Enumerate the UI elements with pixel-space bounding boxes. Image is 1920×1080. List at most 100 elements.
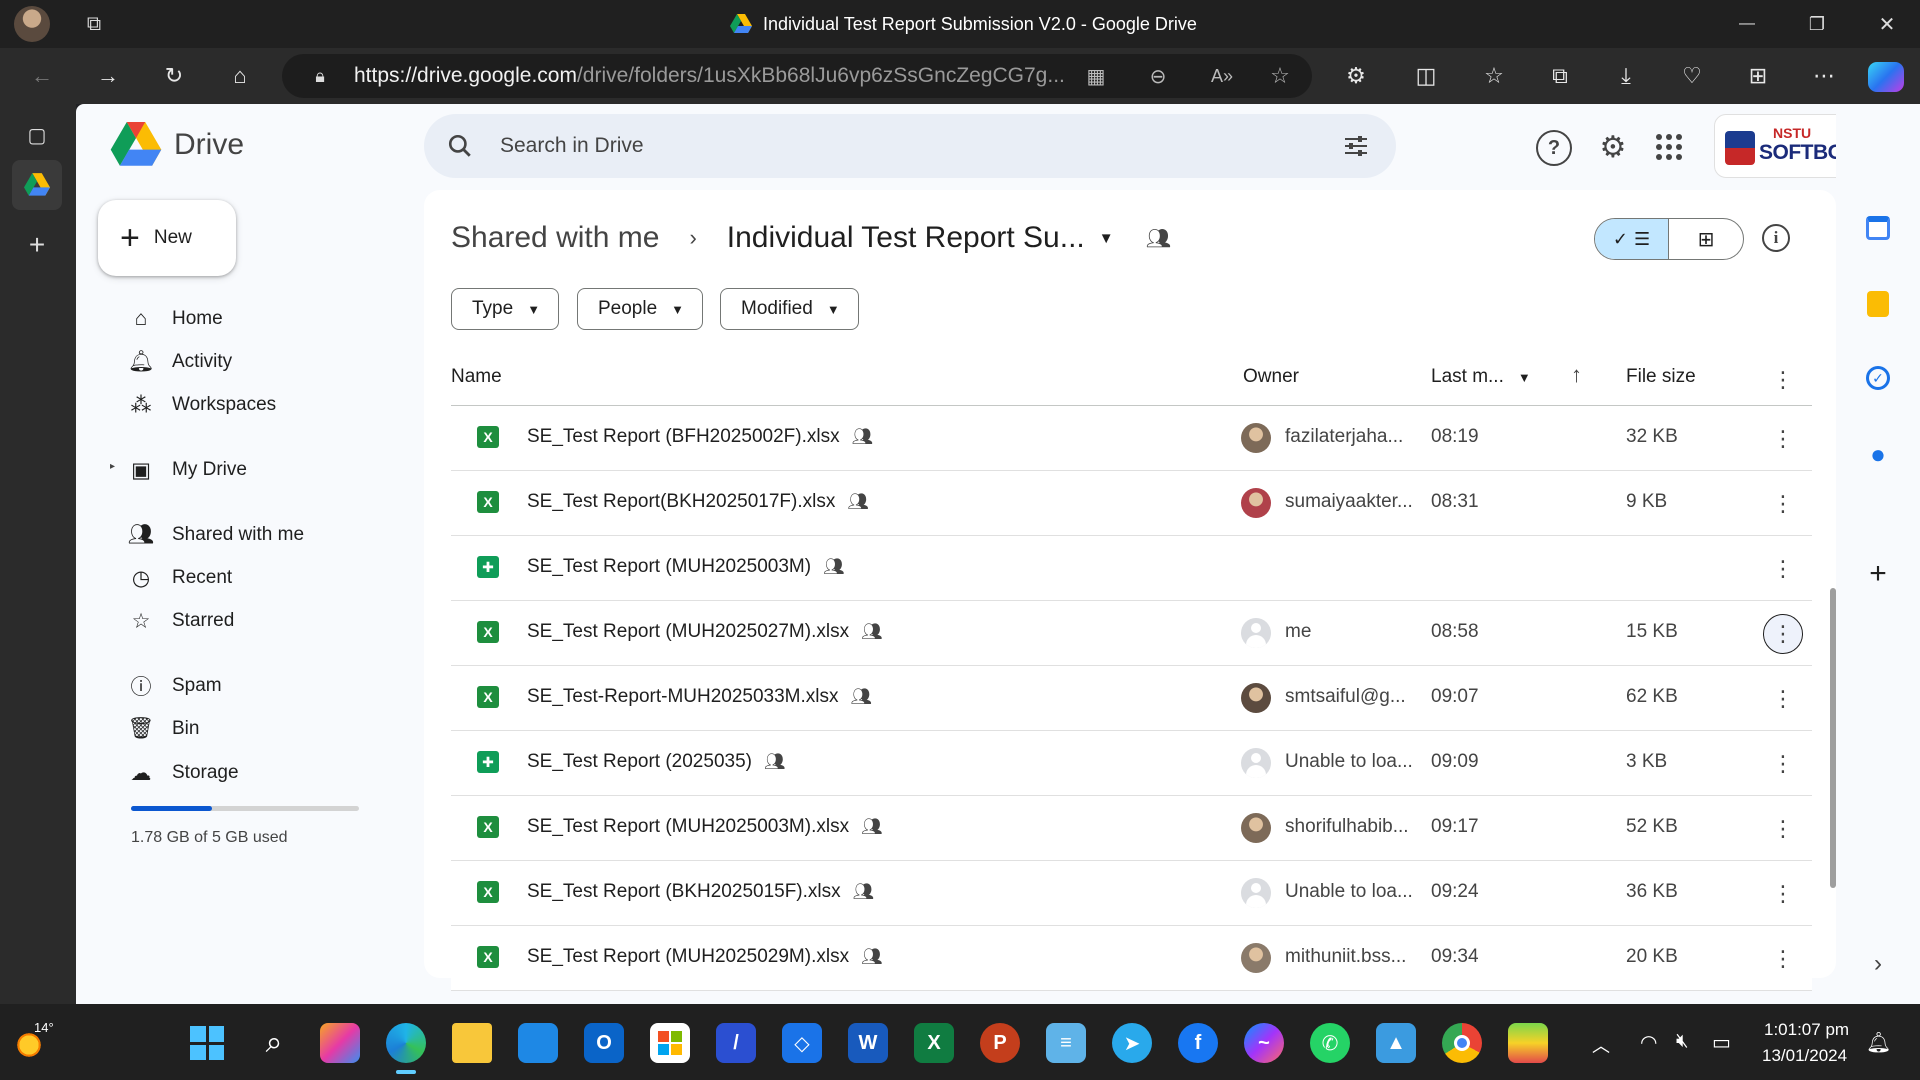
bluestacks-icon[interactable] <box>1508 1023 1548 1063</box>
sidebar-item-workspaces[interactable]: ⁂ Workspaces <box>126 385 277 425</box>
sort-direction-icon[interactable]: ↑ <box>1571 362 1582 388</box>
volume-muted-icon[interactable]: 🔇︎ <box>1676 1030 1689 1053</box>
favorites-icon[interactable]: ☆ <box>1474 56 1514 96</box>
breadcrumb-current[interactable]: Individual Test Report Su... <box>727 221 1085 255</box>
column-owner[interactable]: Owner <box>1243 366 1299 388</box>
excel-icon[interactable]: X <box>914 1023 954 1063</box>
filter-type-chip[interactable]: Type ▼ <box>451 288 560 330</box>
profile-avatar[interactable] <box>14 6 50 42</box>
table-row[interactable]: X SE_Test Report(BKH2025017F).xlsx 👥︎ sumai… <box>451 471 1812 536</box>
sidebar-item-activity[interactable]: 🔔︎ Activity <box>126 342 233 382</box>
breadcrumb-parent[interactable]: Shared with me <box>451 221 659 255</box>
store-blue-app-icon[interactable] <box>518 1023 558 1063</box>
hide-side-panel-icon[interactable]: › <box>1858 944 1898 984</box>
weather-widget[interactable]: 14° <box>10 1020 70 1066</box>
messenger-icon[interactable]: ~ <box>1244 1023 1284 1063</box>
edge-taskbar-icon[interactable] <box>386 1023 426 1063</box>
file-explorer-icon[interactable] <box>452 1023 492 1063</box>
favorite-icon[interactable]: ☆ <box>1266 62 1294 90</box>
telegram-icon[interactable]: ➤ <box>1112 1023 1152 1063</box>
contacts-icon[interactable]: ● <box>1858 434 1898 474</box>
search-icon[interactable] <box>446 132 474 160</box>
more-actions-icon[interactable]: ⋮ <box>1763 744 1803 784</box>
column-size[interactable]: File size <box>1626 366 1696 388</box>
app-available-icon[interactable]: ▦ <box>1082 62 1110 90</box>
column-name[interactable]: Name <box>451 366 502 388</box>
address-field[interactable]: 🔒︎ https://drive.google.com/drive/folder… <box>282 54 1312 98</box>
remote-app-icon[interactable]: ◇ <box>782 1023 822 1063</box>
file-name-cell[interactable]: SE_Test Report (MUH2025003M) 👥︎ <box>527 556 845 578</box>
support-icon[interactable]: ? <box>1536 130 1572 166</box>
extensions-icon[interactable]: ⚙ <box>1336 56 1376 96</box>
sidebar-item-home[interactable]: ⌂ Home <box>126 299 223 339</box>
filter-people-chip[interactable]: People ▼ <box>577 288 704 330</box>
word-icon[interactable]: W <box>848 1023 888 1063</box>
browser-essentials-icon[interactable]: ♡ <box>1672 56 1712 96</box>
zoom-icon[interactable]: ⊖ <box>1144 62 1172 90</box>
expand-my-drive-icon[interactable]: ▸ <box>110 461 115 472</box>
calendar-icon[interactable] <box>1858 208 1898 248</box>
file-name-cell[interactable]: SE_Test Report (BFH2025002F).xlsx 👥︎ <box>527 426 873 448</box>
more-actions-icon[interactable]: ⋮ <box>1763 614 1803 654</box>
search-bar[interactable]: Search in Drive <box>424 114 1396 178</box>
sidebar-item-storage[interactable]: ☁︎ Storage <box>126 753 239 793</box>
file-name-cell[interactable]: SE_Test Report (MUH2025003M).xlsx 👥︎ <box>527 816 883 838</box>
file-name-cell[interactable]: SE_Test Report (BKH2025015F).xlsx 👥︎ <box>527 881 874 903</box>
shared-folder-icon[interactable]: 👥︎ <box>1146 226 1171 251</box>
search-input[interactable]: Search in Drive <box>500 134 644 158</box>
restore-button[interactable]: ❐ <box>1794 8 1840 40</box>
folder-menu-caret-icon[interactable]: ▼ <box>1099 230 1114 247</box>
details-info-icon[interactable]: i <box>1762 224 1790 252</box>
wifi-icon[interactable]: ◠ <box>1640 1030 1657 1055</box>
chrome-icon[interactable] <box>1442 1023 1482 1063</box>
file-name-cell[interactable]: SE_Test Report (MUH2025027M).xlsx 👥︎ <box>527 621 883 643</box>
tasks-icon[interactable]: ✓ <box>1858 358 1898 398</box>
notepad-icon[interactable]: ≡ <box>1046 1023 1086 1063</box>
keep-icon[interactable] <box>1858 284 1898 324</box>
battery-icon[interactable]: ▭ <box>1712 1030 1731 1055</box>
facebook-icon[interactable]: f <box>1178 1023 1218 1063</box>
powerpoint-icon[interactable]: P <box>980 1023 1020 1063</box>
file-name-cell[interactable]: SE_Test Report(BKH2025017F).xlsx 👥︎ <box>527 491 869 513</box>
table-row[interactable]: X SE_Test Report (BKH2025015F).xlsx 👥︎ Unab… <box>451 861 1812 926</box>
downloads-icon[interactable]: ⤓ <box>1606 56 1646 96</box>
back-icon[interactable]: ← <box>22 56 62 96</box>
column-options-icon[interactable]: ⋮ <box>1763 360 1803 400</box>
sidebar-item-shared[interactable]: 👥︎ Shared with me <box>126 515 304 555</box>
start-button[interactable] <box>187 1023 227 1063</box>
table-row[interactable]: X SE_Test Report (MUH2025027M).xlsx 👥︎ me 08… <box>451 601 1812 666</box>
vpn-app-icon[interactable]: / <box>716 1023 756 1063</box>
split-screen-icon[interactable]: ◫ <box>1406 56 1446 96</box>
apps-browser-icon[interactable]: ⊞ <box>1738 56 1778 96</box>
file-name-cell[interactable]: SE_Test Report (2025035) 👥︎ <box>527 751 786 773</box>
photos-app-icon[interactable]: ▲ <box>1376 1023 1416 1063</box>
get-addons-icon[interactable]: + <box>1858 554 1898 594</box>
filter-modified-chip[interactable]: Modified ▼ <box>720 288 859 330</box>
show-hidden-icons[interactable]: ︿ <box>1592 1032 1610 1058</box>
close-button[interactable]: ✕ <box>1864 8 1910 40</box>
sidebar-item-starred[interactable]: ☆ Starred <box>126 601 235 641</box>
whatsapp-icon[interactable]: ✆ <box>1310 1023 1350 1063</box>
minimize-button[interactable]: — <box>1724 8 1770 40</box>
clock-date[interactable]: 13/01/2024 <box>1762 1046 1847 1066</box>
sidebar-item-spam[interactable]: ⓘ Spam <box>126 666 222 706</box>
clock-time[interactable]: 1:01:07 pm <box>1764 1020 1849 1040</box>
notification-bell-icon[interactable]: 🔔︎ <box>1866 1030 1891 1055</box>
copilot-taskbar-icon[interactable] <box>320 1023 360 1063</box>
more-actions-icon[interactable]: ⋮ <box>1763 549 1803 589</box>
sidebar-item-bin[interactable]: 🗑︎ Bin <box>126 709 200 749</box>
table-row[interactable]: X SE_Test Report (BFH2025002F).xlsx 👥︎ fazi… <box>451 406 1812 471</box>
column-modified[interactable]: Last m... ▼ <box>1431 366 1531 388</box>
collections-icon[interactable]: ⧉ <box>1540 56 1580 96</box>
read-aloud-icon[interactable]: A» <box>1208 62 1236 90</box>
sidebar-item-my-drive[interactable]: ▣ My Drive <box>126 450 247 490</box>
copilot-icon[interactable] <box>1868 62 1904 92</box>
more-actions-icon[interactable]: ⋮ <box>1763 484 1803 524</box>
new-tab-icon[interactable]: + <box>20 228 54 262</box>
table-row[interactable]: ✚ SE_Test Report (2025035) 👥︎ Unable to loa… <box>451 731 1812 796</box>
table-row[interactable]: X SE_Test Report (MUH2025003M).xlsx 👥︎ shor… <box>451 796 1812 861</box>
google-apps-icon[interactable] <box>1656 134 1682 160</box>
list-view-button[interactable]: ✓ ☰ <box>1595 219 1669 259</box>
more-actions-icon[interactable]: ⋮ <box>1763 874 1803 914</box>
more-actions-icon[interactable]: ⋮ <box>1763 679 1803 719</box>
